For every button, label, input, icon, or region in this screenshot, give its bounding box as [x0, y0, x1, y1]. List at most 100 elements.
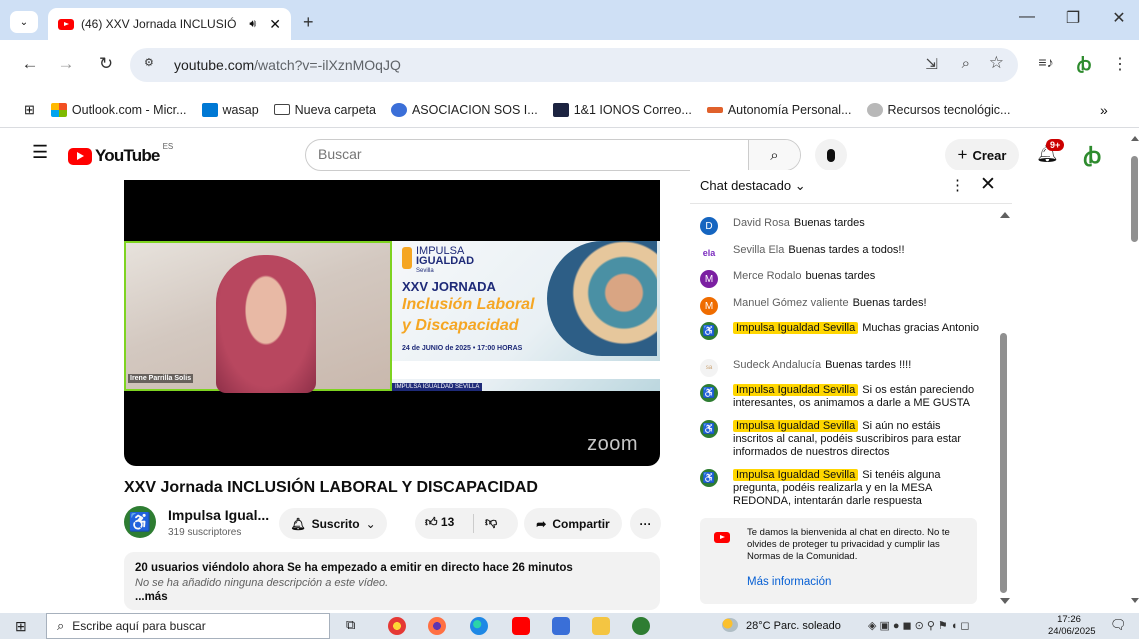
youtube-logo[interactable]: YouTube ES [68, 142, 173, 166]
chat-author[interactable]: David Rosa [733, 217, 790, 229]
restore-button[interactable]: ❐ [1058, 8, 1088, 28]
search-box[interactable]: ⌕ [305, 139, 801, 171]
more-info-link[interactable]: Más información [747, 576, 831, 588]
tab-search-button[interactable]: ⌄ [10, 11, 38, 33]
bookmark-nueva-carpeta[interactable]: Nueva carpeta [273, 103, 376, 117]
plus-icon: + [957, 145, 968, 164]
browser-menu-icon[interactable]: ⋮ [1108, 54, 1132, 74]
notification-center-icon[interactable]: 🗨︎ [1110, 617, 1127, 633]
taskbar-search[interactable]: ⌕ Escribe aquí para buscar [46, 613, 330, 639]
chat-author[interactable]: Sevilla Ela [733, 244, 784, 256]
back-icon[interactable]: ← [18, 54, 42, 74]
explorer-taskbar-icon[interactable] [592, 617, 610, 635]
search-icon: ⌕ [770, 146, 779, 164]
chat-author[interactable]: Manuel Gómez valiente [733, 297, 849, 309]
clock-time: 17:26 [1057, 614, 1081, 625]
chrome-taskbar-icon[interactable] [388, 617, 406, 635]
chat-avatar: D [700, 217, 718, 235]
channel-avatar[interactable]: ♿ [124, 506, 156, 538]
share-button[interactable]: ➦ Compartir [524, 508, 622, 539]
chat-scrollbar-thumb[interactable] [1000, 333, 1007, 593]
minimize-button[interactable]: — [1012, 8, 1042, 26]
close-window-button[interactable]: ✕ [1104, 8, 1134, 28]
page-scroll-up[interactable] [1131, 136, 1139, 141]
account-avatar[interactable]: ꞗ [1083, 140, 1101, 170]
youtube-icon [714, 532, 730, 543]
voice-search-button[interactable] [815, 139, 847, 171]
hamburger-menu-icon[interactable]: ☰ [32, 142, 48, 163]
chat-author[interactable]: Merce Rodalo [733, 270, 801, 282]
description-stats: 20 usuarios viéndolo ahora Se ha empezad… [135, 562, 573, 574]
weather-icon[interactable] [722, 618, 738, 632]
chat-scroll-down[interactable] [1000, 598, 1010, 604]
bookmark-asociacion[interactable]: ASOCIACION SOS I... [390, 102, 538, 117]
bookmark-autonomia[interactable]: Autonomía Personal... [706, 103, 852, 117]
create-button[interactable]: + Crear [945, 139, 1019, 171]
task-view-icon[interactable]: ⧉ [346, 617, 355, 633]
url-host: youtube.com [174, 57, 255, 73]
new-tab-button[interactable]: + [303, 12, 314, 33]
search-input[interactable] [318, 146, 738, 162]
system-tray-icons[interactable]: ◈▣●◼⊙⚲⚑◖◻ [868, 619, 973, 632]
page-scroll-down[interactable] [1131, 598, 1139, 603]
chat-author-highlighted[interactable]: Impulsa Igualdad Sevilla [733, 384, 859, 396]
forward-icon[interactable]: → [54, 54, 78, 74]
chat-author-highlighted[interactable]: Impulsa Igualdad Sevilla [733, 322, 859, 334]
share-label: Compartir [552, 516, 610, 531]
video-player[interactable]: Irene Parrilla Solis IMPULSA IGUALDAD Se… [124, 180, 660, 466]
search-button[interactable]: ⌕ [748, 140, 800, 170]
chat-mode-selector[interactable]: Chat destacado ⌄ [700, 178, 806, 194]
chat-author-highlighted[interactable]: Impulsa Igualdad Sevilla [733, 420, 859, 432]
clock[interactable]: 17:26 24/06/2025 [1048, 614, 1096, 638]
chevron-down-icon: ⌄ [19, 16, 29, 28]
video-title: XXV Jornada INCLUSIÓN LABORAL Y DISCAPAC… [124, 479, 538, 496]
more-bookmarks-button[interactable]: » [1100, 102, 1108, 118]
close-tab-icon[interactable]: ✕ [269, 16, 281, 33]
dislike-button[interactable]: 👎︎ [485, 515, 497, 530]
chat-scroll-up[interactable] [1000, 212, 1010, 218]
site-settings-icon[interactable]: ⚙ [144, 56, 164, 74]
subscribe-button[interactable]: 🔔︎ Suscrito ⌄ [279, 508, 387, 539]
chat-author-highlighted[interactable]: Impulsa Igualdad Sevilla [733, 469, 859, 481]
close-chat-icon[interactable]: ✕ [980, 173, 996, 196]
extension-icon[interactable]: ꞗ [1072, 52, 1096, 76]
media-control-icon[interactable]: ≡♪ [1034, 54, 1058, 70]
youtube-taskbar-icon[interactable] [512, 617, 530, 635]
chat-author[interactable]: Sudeck Andalucía [733, 359, 821, 371]
chat-text: buenas tardes [805, 270, 876, 282]
address-bar[interactable]: ⚙ youtube.com/watch?v=-ilXznMOqJQ ⇲ ⌕ ☆ [130, 48, 1018, 82]
description-more-link[interactable]: ...más [135, 591, 649, 603]
bookmark-wasap[interactable]: wasap [201, 102, 259, 117]
page-scrollbar-thumb[interactable] [1131, 156, 1138, 242]
notifications-button[interactable]: 🔔︎ 9+ [1036, 139, 1065, 164]
share-icon: ➦ [536, 516, 547, 531]
edge-taskbar-icon[interactable] [470, 617, 488, 635]
speaker-icon[interactable]: 🔊︎ [249, 18, 256, 31]
browser-tab[interactable]: (46) XXV Jornada INCLUSIÓ 🔊︎ ✕ [48, 8, 291, 40]
install-app-icon[interactable]: ⇲ [925, 55, 938, 73]
windows-start-icon[interactable]: ⊞ [15, 618, 27, 635]
channel-name[interactable]: Impulsa Igual... [168, 507, 269, 523]
youtube-play-icon [68, 147, 92, 165]
reload-icon[interactable]: ↻ [94, 54, 118, 74]
page-scrollbar[interactable] [1130, 128, 1139, 608]
firefox-taskbar-icon[interactable] [428, 617, 446, 635]
like-button[interactable]: 👍︎ 13 [425, 515, 454, 530]
bell-icon: 🔔︎ [290, 516, 306, 531]
chat-message: ♿ Impulsa Igualdad Sevilla Si aún no está… [700, 420, 980, 459]
word-taskbar-icon[interactable] [552, 617, 570, 635]
bookmark-label: Recursos tecnológic... [887, 102, 1011, 117]
chat-avatar: M [700, 270, 718, 288]
description-box[interactable]: 20 usuarios viéndolo ahora Se ha empezad… [124, 552, 660, 610]
bookmark-star-icon[interactable]: ☆ [989, 53, 1004, 73]
app-taskbar-icon[interactable] [632, 617, 650, 635]
zoom-icon[interactable]: ⌕ [962, 55, 970, 72]
bookmark-outlook[interactable]: Outlook.com - Micr... [50, 102, 187, 117]
apps-grid-icon[interactable]: ⊞ [24, 102, 35, 118]
bookmark-recursos[interactable]: Recursos tecnológic... [866, 102, 1011, 117]
more-actions-button[interactable]: ··· [630, 508, 661, 539]
bookmark-ionos[interactable]: 1&1 IONOS Correo... [552, 102, 692, 117]
divider [473, 514, 474, 533]
chat-options-icon[interactable]: ⋮ [950, 176, 965, 194]
weather-text[interactable]: 28°C Parc. soleado [746, 620, 841, 632]
